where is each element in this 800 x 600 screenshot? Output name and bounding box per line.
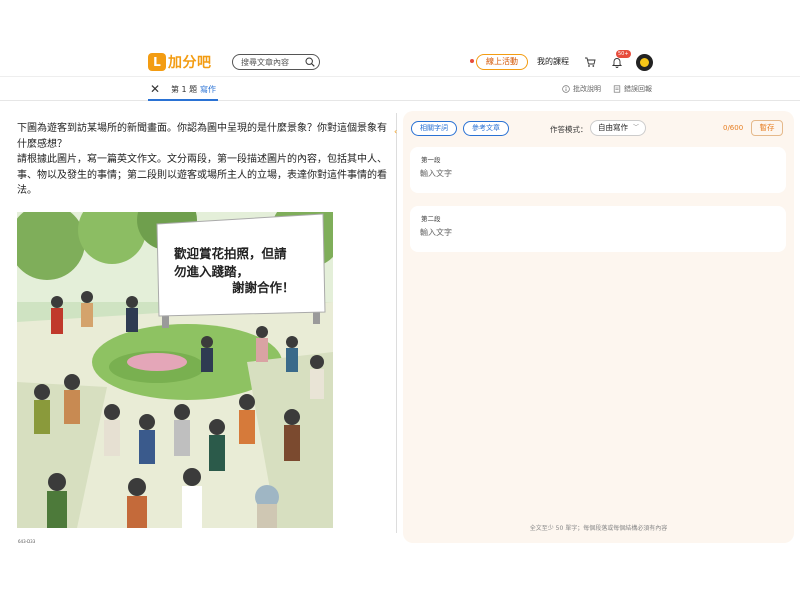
active-tab-underline <box>148 99 218 101</box>
question-prompt: 下圖為遊客到訪某場所的新聞畫面。你認為圖中呈現的是什麼景象？你對這個景象有什麼感… <box>17 121 387 199</box>
prompt-line-1: 下圖為遊客到訪某場所的新聞畫面。你認為圖中呈現的是什麼景象？你對這個景象有什麼感… <box>17 123 387 150</box>
collapse-arrow-icon[interactable]: ‹ <box>394 127 397 136</box>
info-icon <box>562 85 570 93</box>
answer-mode-label: 作答模式： <box>550 125 588 134</box>
question-number: 第 1 題 <box>171 85 198 94</box>
answer-mode-select[interactable]: 自由寫作 ﹀ <box>590 120 646 136</box>
paragraph-title: 第一段 <box>421 156 441 164</box>
grading-info-link[interactable]: 批改說明 <box>562 84 601 94</box>
logo-mark: L <box>148 53 166 71</box>
avatar[interactable] <box>636 54 653 71</box>
question-subbar: ✕ 第 1 題 寫作 批改說明 錯誤回報 <box>0 78 800 101</box>
answer-pane: 相關字詞 參考文章 作答模式： 自由寫作 ﹀ 0/600 暫存 第一段 第二段 … <box>403 111 794 543</box>
online-activity-button[interactable]: 線上活動 <box>476 54 528 70</box>
logo-text: 加分吧 <box>168 55 212 71</box>
paragraph-card-1: 第一段 <box>410 147 786 193</box>
search-box[interactable] <box>232 54 320 70</box>
image-credit: 643-D33 <box>18 539 36 544</box>
chevron-down-icon: ﹀ <box>632 124 639 131</box>
question-type-tab[interactable]: 寫作 <box>200 84 216 95</box>
reference-article-button[interactable]: 參考文章 <box>463 121 509 136</box>
char-counter: 0/600 <box>723 124 744 132</box>
top-header: L 加分吧 線上活動 我的課程 50+ <box>0 47 800 77</box>
activity-dot-icon <box>470 59 474 63</box>
question-image: 歡迎賞花拍照，但請 勿進入踐踏， 謝謝合作！ <box>17 212 333 528</box>
prompt-line-2: 請根據此圖片，寫一篇英文作文。文分兩段，第一段描述圖片的內容，包括其中人、事、物… <box>17 154 387 196</box>
search-input[interactable] <box>241 56 303 68</box>
pane-divider[interactable] <box>396 113 397 533</box>
question-pane: 下圖為遊客到訪某場所的新聞畫面。你認為圖中呈現的是什麼景象？你對這個景象有什麼感… <box>17 121 387 199</box>
error-report-link[interactable]: 錯誤回報 <box>613 84 652 94</box>
answer-mode-value: 自由寫作 <box>598 123 628 132</box>
cart-icon[interactable] <box>584 56 596 68</box>
paragraph-card-2: 第二段 <box>410 206 786 252</box>
paragraph-1-input[interactable] <box>420 168 770 186</box>
paragraph-2-input[interactable] <box>420 227 770 245</box>
site-logo[interactable]: L 加分吧 <box>148 53 212 71</box>
related-words-button[interactable]: 相關字詞 <box>411 121 457 136</box>
close-icon[interactable]: ✕ <box>150 82 160 96</box>
save-draft-button[interactable]: 暫存 <box>751 120 783 136</box>
paragraph-title: 第二段 <box>421 215 441 223</box>
error-report-label: 錯誤回報 <box>624 85 652 93</box>
search-icon[interactable] <box>305 57 315 67</box>
notification-badge: 50+ <box>616 50 631 58</box>
report-icon <box>613 85 621 93</box>
grading-info-label: 批改說明 <box>573 85 601 93</box>
my-courses-link[interactable]: 我的課程 <box>537 56 569 67</box>
word-count-footnote: 全文至少 50 單字；每個段落或每個結構必須有內容 <box>529 525 668 532</box>
avatar-face-icon <box>640 58 649 67</box>
